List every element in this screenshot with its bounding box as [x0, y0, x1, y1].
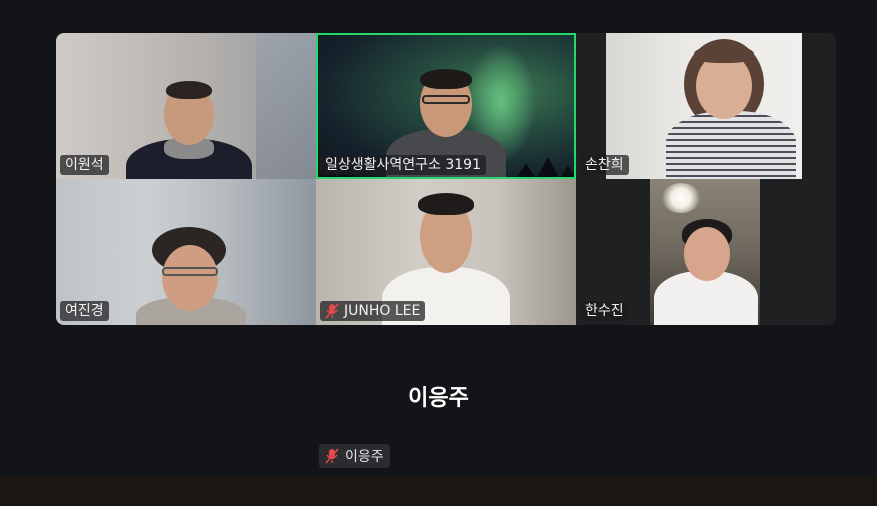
- participant-name-tag: 한수진: [580, 301, 629, 321]
- video-grid: 이원석 일상생활사역연구소 3191 손찬희 여진경 JUNHO LEE 한수진: [56, 33, 836, 325]
- participant-tile-6[interactable]: 한수진: [576, 179, 836, 325]
- participant-tile-5[interactable]: JUNHO LEE: [316, 179, 576, 325]
- participant-name-tag: 일상생활사역연구소 3191: [320, 155, 486, 175]
- participant-name: 일상생활사역연구소 3191: [325, 157, 481, 173]
- participant-name-tag: JUNHO LEE: [320, 301, 426, 321]
- self-view-name: 이응주: [408, 386, 469, 411]
- participant-name: 한수진: [585, 303, 624, 319]
- participant-tile-1[interactable]: 이원석: [56, 33, 316, 179]
- participant-name: 여진경: [65, 303, 104, 319]
- mic-off-icon: [325, 448, 339, 464]
- participant-name-tag: 손찬희: [580, 155, 629, 175]
- participant-tile-4[interactable]: 여진경: [56, 179, 316, 325]
- participant-name-tag: 이원석: [60, 155, 109, 175]
- participant-name: JUNHO LEE: [344, 303, 421, 319]
- toolbar-strip: [0, 476, 877, 506]
- self-view-name-tag[interactable]: 이응주: [319, 444, 390, 468]
- participant-name: 이원석: [65, 157, 104, 173]
- participant-name: 손찬희: [585, 157, 624, 173]
- mic-off-icon: [325, 303, 339, 319]
- participant-tile-3[interactable]: 손찬희: [576, 33, 836, 179]
- participant-tile-2[interactable]: 일상생활사역연구소 3191: [316, 33, 576, 179]
- participant-name-tag: 여진경: [60, 301, 109, 321]
- self-view-tag-label: 이응주: [345, 449, 384, 465]
